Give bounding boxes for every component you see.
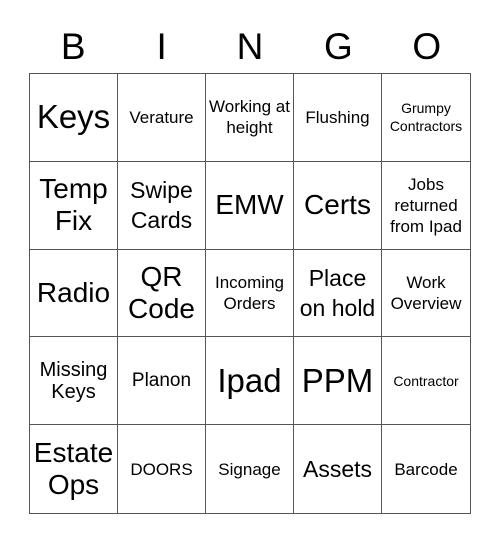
bingo-cell-label: Verature: [129, 107, 194, 127]
bingo-cell[interactable]: Contractor: [382, 337, 470, 426]
bingo-cell-label: Barcode: [394, 459, 458, 479]
header-letter-n: N: [236, 26, 264, 67]
bingo-cell[interactable]: Barcode: [382, 425, 470, 513]
bingo-cell-label: Assets: [302, 456, 373, 483]
bingo-cell[interactable]: Signage: [206, 425, 294, 513]
bingo-cell-label: Radio: [36, 276, 111, 308]
bingo-cell[interactable]: EMW: [206, 161, 294, 250]
bingo-cell-label: Estate Ops: [33, 437, 114, 501]
bingo-header: B I N G O: [29, 22, 471, 72]
bingo-cell[interactable]: Ipad: [206, 337, 294, 426]
bingo-cell-label: Incoming Orders: [215, 272, 284, 313]
bingo-cell[interactable]: Flushing: [294, 74, 382, 162]
bingo-cell-label: Grumpy Contractors: [389, 100, 463, 135]
bingo-cell[interactable]: Verature: [118, 74, 206, 162]
bingo-cell[interactable]: Swipe Cards: [118, 161, 206, 250]
bingo-cell[interactable]: PPM: [294, 337, 382, 426]
header-letter-o: O: [412, 26, 442, 67]
bingo-cell-label: Work Overview: [390, 272, 462, 313]
bingo-cell-label: Working at height: [209, 97, 290, 138]
bingo-cell[interactable]: Keys: [30, 74, 118, 162]
bingo-cell[interactable]: Estate Ops: [30, 425, 118, 513]
bingo-cell-label: DOORS: [130, 459, 193, 479]
bingo-cell-label: PPM: [301, 361, 374, 399]
bingo-cell[interactable]: Certs: [294, 161, 382, 250]
bingo-cell-label: Contractor: [393, 372, 459, 389]
bingo-cell[interactable]: Planon: [118, 337, 206, 426]
bingo-cell-label: Place on hold: [299, 264, 376, 321]
bingo-board: Keys Verature Working at height Flushing Gru…: [29, 73, 471, 514]
bingo-cell-label: Missing Keys: [39, 358, 108, 403]
header-letter-i: I: [156, 26, 167, 67]
bingo-cell-label: Flushing: [305, 107, 370, 127]
bingo-cell-label: Keys: [36, 98, 111, 136]
bingo-cell[interactable]: Temp Fix: [30, 161, 118, 250]
bingo-cell[interactable]: Grumpy Contractors: [382, 74, 470, 162]
bingo-cell[interactable]: Place on hold: [294, 249, 382, 338]
bingo-cell[interactable]: DOORS: [118, 425, 206, 513]
bingo-cell[interactable]: QR Code: [118, 249, 206, 338]
bingo-cell-label: Planon: [131, 370, 192, 392]
bingo-cell[interactable]: Working at height: [206, 74, 294, 162]
bingo-cell[interactable]: Radio: [30, 249, 118, 338]
bingo-cell-label: QR Code: [128, 260, 195, 324]
bingo-cell[interactable]: Jobs returned from Ipad: [382, 162, 470, 250]
bingo-cell-label: Certs: [304, 189, 371, 221]
bingo-cell-label: Jobs returned from Ipad: [390, 174, 462, 236]
bingo-cell-label: Signage: [218, 459, 281, 479]
bingo-cell[interactable]: Missing Keys: [30, 337, 118, 426]
bingo-cell-label: Swipe Cards: [130, 177, 193, 234]
header-letter-g: G: [324, 26, 353, 67]
bingo-cell[interactable]: Work Overview: [382, 250, 470, 338]
bingo-cell-label: Temp Fix: [39, 173, 108, 237]
bingo-cell[interactable]: Assets: [294, 425, 382, 513]
bingo-cell-label: EMW: [215, 189, 284, 221]
bingo-cell-label: Ipad: [217, 361, 282, 399]
header-letter-b: B: [60, 26, 86, 67]
bingo-cell[interactable]: Incoming Orders: [206, 249, 294, 338]
